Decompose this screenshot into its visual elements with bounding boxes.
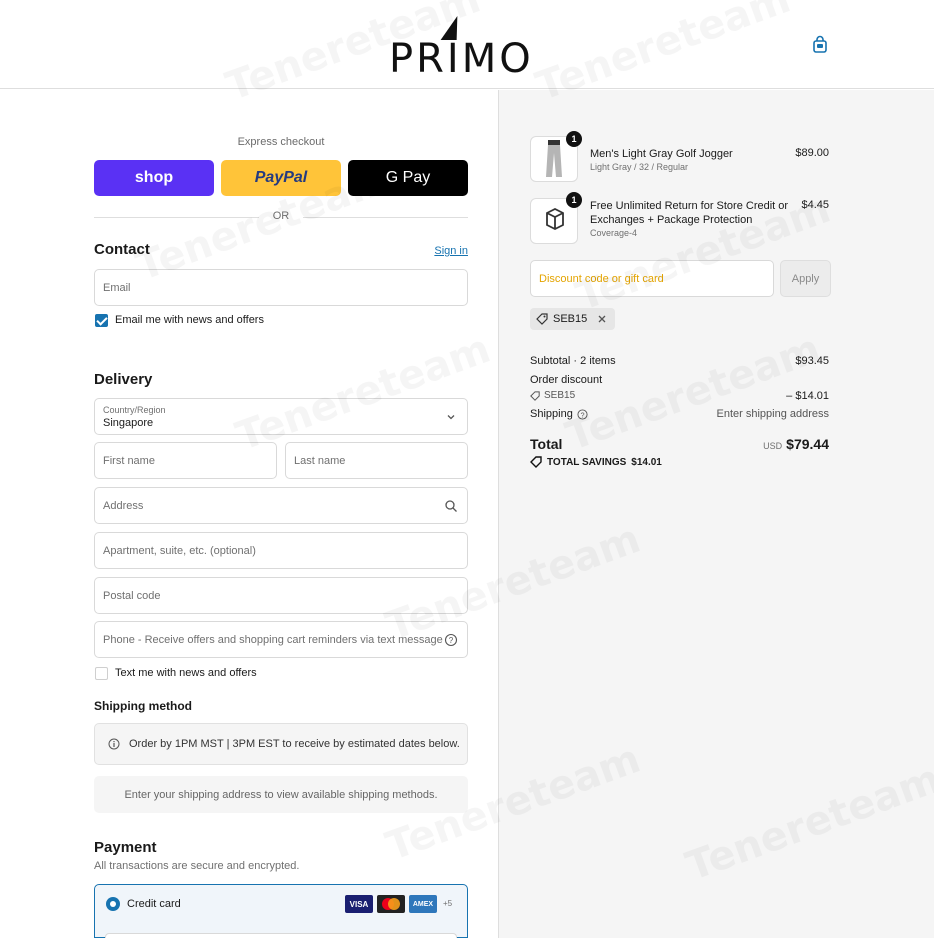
- shipping-cutoff-text: Order by 1PM MST | 3PM EST to receive by…: [129, 738, 460, 750]
- express-checkout-title: Express checkout: [237, 136, 325, 148]
- subtotal-value: $93.45: [795, 355, 829, 367]
- country-label: Country/Region: [103, 405, 166, 415]
- item-variant: Light Gray / 32 / Regular: [590, 162, 689, 172]
- item-name: Free Unlimited Return for Store Credit o…: [590, 200, 789, 226]
- delivery-heading: Delivery: [94, 371, 153, 388]
- item-quantity-badge: 1: [566, 192, 582, 208]
- email-news-label: Email me with news and offers: [115, 314, 264, 326]
- credit-card-option[interactable]: Credit card VISA AMEX +5: [94, 884, 468, 938]
- tag-icon: [536, 313, 548, 325]
- country-select[interactable]: Country/Region Singapore: [94, 398, 468, 435]
- total-row: USD $79.44: [763, 436, 829, 452]
- search-icon: [445, 500, 457, 512]
- total-label: Total: [530, 436, 563, 452]
- order-discount-label: Order discount: [530, 374, 603, 386]
- shipping-methods-placeholder: Enter your shipping address to view avai…: [94, 776, 468, 813]
- info-icon: [108, 738, 120, 750]
- text-news-checkbox[interactable]: [95, 667, 108, 680]
- address-placeholder: Address: [103, 499, 144, 512]
- item-price: $4.45: [801, 199, 829, 211]
- header: PRIMO: [0, 0, 934, 89]
- total-value: $79.44: [786, 436, 829, 452]
- payment-subtitle: All transactions are secure and encrypte…: [94, 860, 300, 872]
- google-pay-button[interactable]: G Pay: [348, 160, 468, 196]
- last-name-field[interactable]: Last name: [285, 442, 468, 479]
- paypal-button[interactable]: PayPal: [221, 160, 341, 196]
- contact-heading: Contact: [94, 241, 150, 258]
- svg-text:?: ?: [449, 636, 454, 645]
- remove-discount-icon[interactable]: [597, 314, 607, 324]
- email-field[interactable]: Email: [94, 269, 468, 306]
- postal-code-field[interactable]: Postal code: [94, 577, 468, 614]
- order-summary-panel: 1 Men's Light Gray Golf Jogger Light Gra…: [498, 90, 934, 938]
- text-news-label: Text me with news and offers: [115, 667, 257, 679]
- savings-value: $14.01: [631, 456, 662, 468]
- shopping-bag-icon[interactable]: [810, 35, 830, 55]
- payment-heading: Payment: [94, 839, 157, 856]
- shop-pay-button[interactable]: shop: [94, 160, 214, 196]
- apartment-field[interactable]: Apartment, suite, etc. (optional): [94, 532, 468, 569]
- or-label: OR: [272, 210, 290, 222]
- watermark-text: Tenereteam: [230, 326, 496, 460]
- discount-value: – $14.01: [786, 390, 829, 402]
- card-number-field-edge[interactable]: [105, 933, 457, 938]
- email-news-checkbox[interactable]: [95, 314, 108, 327]
- savings-label: TOTAL SAVINGS: [547, 456, 627, 468]
- applied-code-label: SEB15: [553, 313, 588, 325]
- shipping-row: Shipping ?: [530, 408, 588, 420]
- credit-card-radio[interactable]: [106, 897, 120, 911]
- discount-code-input[interactable]: Discount code or gift card: [530, 260, 774, 297]
- first-name-field[interactable]: First name: [94, 442, 277, 479]
- phone-field[interactable]: Phone - Receive offers and shopping cart…: [94, 621, 468, 658]
- mastercard-icon: [377, 895, 405, 913]
- item-name: Men's Light Gray Golf Jogger: [590, 148, 733, 160]
- shipping-cutoff-notice: Order by 1PM MST | 3PM EST to receive by…: [94, 723, 468, 765]
- or-divider: OR: [94, 210, 468, 222]
- item-variant: Coverage-4: [590, 228, 638, 238]
- shipping-label: Shipping: [530, 408, 573, 420]
- total-savings-row: TOTAL SAVINGS $14.01: [530, 456, 662, 468]
- sign-in-link[interactable]: Sign in: [434, 245, 468, 257]
- svg-text:?: ?: [580, 410, 584, 419]
- discount-code-row: SEB15: [530, 390, 575, 401]
- address-field[interactable]: Address: [94, 487, 468, 524]
- credit-card-label: Credit card: [127, 898, 181, 910]
- tag-icon: [530, 390, 540, 401]
- chevron-down-icon: [447, 415, 455, 420]
- shipping-method-heading: Shipping method: [94, 699, 192, 713]
- subtotal-label: Subtotal · 2 items: [530, 355, 616, 367]
- item-quantity-badge: 1: [566, 131, 582, 147]
- more-cards-count: +5: [443, 899, 453, 908]
- country-value: Singapore: [103, 417, 154, 429]
- currency-code: USD: [763, 441, 783, 451]
- help-icon[interactable]: ?: [444, 633, 458, 647]
- help-icon[interactable]: ?: [577, 408, 588, 420]
- item-price: $89.00: [795, 147, 829, 159]
- shipping-value: Enter shipping address: [716, 408, 829, 420]
- tag-icon: [530, 456, 542, 468]
- apply-button[interactable]: Apply: [780, 260, 831, 297]
- applied-discount-tag: SEB15: [530, 308, 616, 330]
- visa-icon: VISA: [345, 895, 373, 913]
- primo-logo[interactable]: PRIMO: [389, 16, 539, 82]
- amex-icon: AMEX: [409, 895, 437, 913]
- logo-text: PRIMO: [389, 36, 534, 82]
- phone-placeholder: Phone - Receive offers and shopping cart…: [103, 633, 443, 646]
- discount-code-text: SEB15: [544, 390, 576, 401]
